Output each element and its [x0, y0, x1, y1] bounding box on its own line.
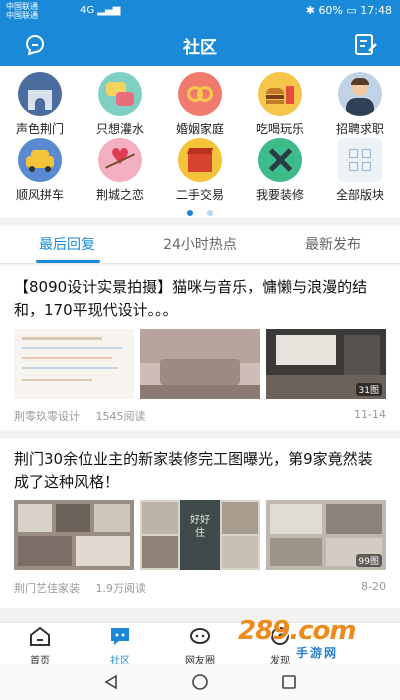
page-dot[interactable] — [206, 210, 213, 216]
category-item[interactable]: ♥ 荆城之恋 — [80, 138, 160, 203]
community-icon — [111, 628, 129, 645]
category-label: 只想灌水 — [95, 122, 144, 136]
post-image[interactable] — [140, 329, 260, 399]
recruiter-avatar-icon — [338, 72, 382, 116]
home-icon — [30, 626, 50, 646]
nav-home[interactable]: 首页 — [0, 625, 80, 667]
watermark-logo-text: 289.com — [238, 616, 357, 646]
carrier-1: 中国联通 — [6, 2, 38, 11]
category-item[interactable]: 只想灌水 — [80, 72, 160, 137]
category-item[interactable]: 婚姻家庭 — [160, 72, 240, 137]
feed-tabs: 最后回复 24小时热点 最新发布 — [0, 226, 400, 264]
app-bar: 社区 — [0, 22, 400, 66]
sign-text: 好好住 — [190, 515, 210, 539]
battery-percent: 60% — [318, 4, 343, 17]
page-indicator — [0, 201, 400, 220]
carrier-info: 中国联通 中国联通 — [6, 2, 38, 20]
category-item[interactable]: 顺风拼车 — [0, 138, 80, 203]
watermark-sub-text: 手游网 — [296, 646, 339, 660]
heart-arrow-icon: ♥ — [98, 138, 142, 182]
car-icon — [18, 138, 62, 182]
signal-icon: 4G ▂▄▆ — [80, 5, 121, 16]
site-watermark: 289.com 手游网 — [232, 616, 382, 662]
burger-drink-icon — [258, 72, 302, 116]
post-author[interactable]: 荆门艺佳家装 — [14, 582, 80, 595]
post-author[interactable]: 荆零玖零设计 — [14, 410, 80, 423]
system-nav-bar — [0, 664, 400, 700]
city-gate-icon — [18, 72, 62, 116]
category-item[interactable]: 吃喝玩乐 — [240, 72, 320, 137]
tab-newest[interactable]: 最新发布 — [268, 234, 398, 254]
recents-icon[interactable] — [280, 673, 298, 691]
status-bar: 中国联通 中国联通 4G ▂▄▆ ✱ 60% ▭ 17:48 — [0, 0, 400, 22]
post-title[interactable]: 【8090设计实景拍摄】猫咪与音乐，慵懒与浪漫的结和，170平现代设计。。。 — [14, 276, 386, 322]
category-label: 招聘求职 — [335, 122, 384, 136]
clock: 17:48 — [360, 4, 392, 17]
nav-community[interactable]: 社区 — [80, 625, 160, 667]
post-image[interactable] — [14, 329, 134, 399]
bluetooth-icon: ✱ — [305, 4, 315, 17]
status-right: ✱ 60% ▭ 17:48 — [306, 4, 392, 17]
category-label: 婚姻家庭 — [175, 122, 224, 136]
box-icon — [178, 138, 222, 182]
post-card[interactable]: 【8090设计实景拍摄】猫咪与音乐，慵懒与浪漫的结和，170平现代设计。。。 3… — [0, 266, 400, 430]
post-date: 11-14 — [354, 408, 386, 421]
wrench-icon — [258, 138, 302, 182]
page-dot-active[interactable] — [187, 210, 194, 216]
wedding-rings-icon — [178, 72, 222, 116]
category-item[interactable]: 全部版块 — [320, 138, 400, 203]
category-item[interactable]: 招聘求职 — [320, 72, 400, 137]
post-images: 31图 — [14, 329, 386, 399]
chat-bubbles-icon — [98, 72, 142, 116]
photo-count-badge: 99图 — [355, 554, 382, 567]
post-image[interactable]: 99图 — [266, 500, 386, 570]
tab-latest-reply[interactable]: 最后回复 — [2, 234, 132, 254]
post-views: 1.9万阅读 — [95, 582, 147, 595]
post-views: 1545阅读 — [95, 410, 146, 423]
network-type: 4G — [80, 5, 95, 16]
active-tab-indicator — [36, 260, 100, 263]
category-item[interactable]: 我要装修 — [240, 138, 320, 203]
post-date: 8-20 — [361, 580, 386, 593]
nav-friends[interactable]: 网友圈 — [160, 625, 240, 667]
post-images: 好好住 99图 — [14, 500, 386, 570]
category-label: 声色荆门 — [15, 122, 64, 136]
home-circle-icon[interactable] — [191, 673, 209, 691]
post-title[interactable]: 荆门30余位业主的新家装修完工图曝光，第9家竟然装成了这种风格！ — [14, 448, 386, 494]
compose-post-icon[interactable] — [352, 31, 378, 57]
category-item[interactable]: 声色荆门 — [0, 72, 80, 137]
category-label: 吃喝玩乐 — [255, 122, 304, 136]
friends-circle-icon — [190, 628, 210, 644]
post-meta: 荆门艺佳家装 1.9万阅读 — [14, 580, 146, 596]
battery-icon: ▭ — [346, 4, 357, 17]
post-meta: 荆零玖零设计 1545阅读 — [14, 408, 146, 424]
tab-24h-hot[interactable]: 24小时热点 — [135, 234, 265, 254]
post-image[interactable]: 31图 — [266, 329, 386, 399]
category-item[interactable]: 二手交易 — [160, 138, 240, 203]
back-icon[interactable] — [102, 673, 120, 691]
page-title: 社区 — [183, 38, 217, 58]
post-card[interactable]: 荆门30余位业主的新家装修完工图曝光，第9家竟然装成了这种风格！ 好好住 99图… — [0, 438, 400, 608]
carrier-2: 中国联通 — [6, 11, 38, 20]
grid-icon — [338, 138, 382, 182]
post-image[interactable]: 好好住 — [140, 500, 260, 570]
category-grid: 声色荆门 只想灌水 婚姻家庭 吃喝玩乐 招聘求职 顺风拼车 ♥ 荆城之恋 二手交… — [0, 66, 400, 218]
photo-count-badge: 31图 — [355, 383, 382, 396]
post-image[interactable] — [14, 500, 134, 570]
